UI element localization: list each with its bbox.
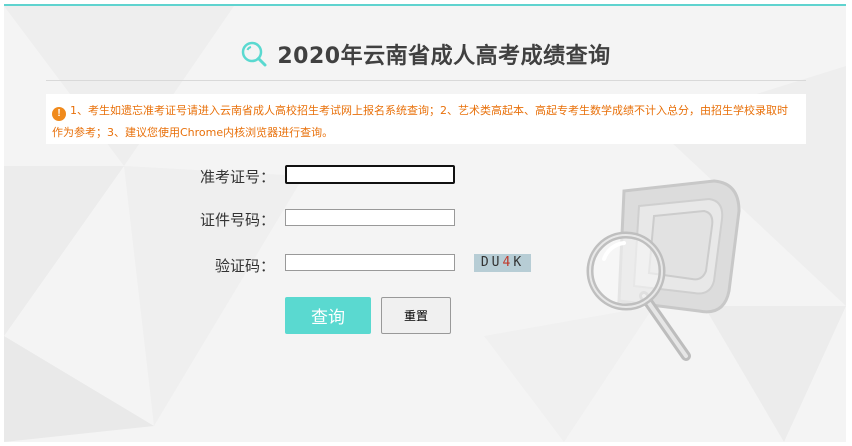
captcha-input[interactable] bbox=[285, 254, 455, 271]
query-button[interactable]: 查询 bbox=[285, 297, 371, 334]
title-row: 2020年云南省成人高考成绩查询 bbox=[4, 36, 846, 72]
id-number-input[interactable] bbox=[285, 209, 455, 226]
captcha-char: U bbox=[491, 255, 503, 270]
id-number-label: 证件号码： bbox=[199, 211, 275, 229]
notice-text: 1、考生如遗忘准考证号请进入云南省成人高校招生考试网上报名系统查询；2、艺术类高… bbox=[52, 104, 788, 139]
exam-id-input[interactable] bbox=[285, 165, 455, 184]
magnifier-document-illustration bbox=[586, 179, 741, 361]
search-icon bbox=[242, 41, 267, 67]
notice-content: ! 1、考生如遗忘准考证号请进入云南省成人高校招生考试网上报名系统查询；2、艺术类… bbox=[52, 104, 788, 139]
captcha-label: 验证码： bbox=[214, 257, 275, 275]
captcha-char: K bbox=[513, 255, 525, 270]
page-title: 2020年云南省成人高考成绩查询 bbox=[277, 44, 611, 69]
reset-button[interactable]: 重置 bbox=[381, 297, 451, 334]
captcha-char: D bbox=[480, 255, 492, 270]
notice-box: ! 1、考生如遗忘准考证号请进入云南省成人高校招生考试网上报名系统查询；2、艺术类… bbox=[46, 94, 806, 144]
query-panel: 2020年云南省成人高考成绩查询 ! 1、考生如遗忘准考证号请进入云南省成人高校招… bbox=[4, 4, 846, 442]
captcha-char: 4 bbox=[502, 255, 514, 270]
divider bbox=[46, 80, 806, 81]
warning-icon: ! bbox=[52, 107, 66, 121]
exam-id-label: 准考证号： bbox=[199, 168, 275, 186]
captcha-image[interactable]: DU4K bbox=[474, 254, 531, 272]
